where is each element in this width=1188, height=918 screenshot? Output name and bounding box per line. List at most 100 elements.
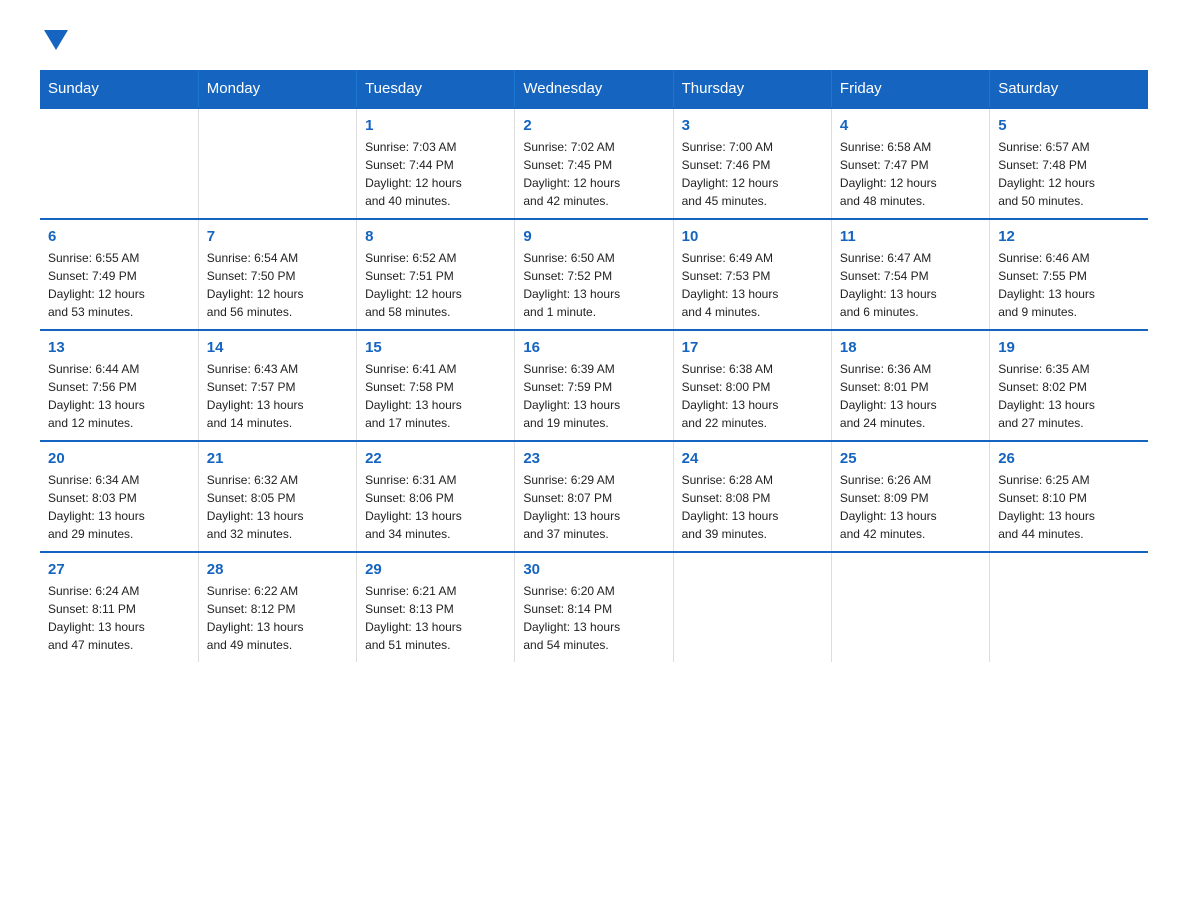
calendar-cell: 2 Sunrise: 7:02 AM Sunset: 7:45 PM Daylig… bbox=[515, 108, 673, 219]
calendar-table: SundayMondayTuesdayWednesdayThursdayFrid… bbox=[40, 70, 1148, 662]
calendar-cell: 19Sunrise: 6:35 AM Sunset: 8:02 PM Dayli… bbox=[990, 330, 1148, 441]
calendar-cell: 21 Sunrise: 6:32 AM Sunset: 8:05 PM Dayli… bbox=[198, 441, 356, 552]
day-info: Sunrise: 6:58 AM Sunset: 7:47 PM Dayligh… bbox=[840, 138, 981, 210]
day-info: Sunrise: 6:44 AM Sunset: 7:56 PM Dayligh… bbox=[48, 360, 190, 432]
day-number: 2 bbox=[523, 117, 664, 134]
calendar-cell: 25 Sunrise: 6:26 AM Sunset: 8:09 PM Dayli… bbox=[831, 441, 989, 552]
calendar-week-row: 1Sunrise: 7:03 AM Sunset: 7:44 PM Daylig… bbox=[40, 108, 1148, 219]
day-number: 6 bbox=[48, 228, 190, 245]
calendar-cell: 15Sunrise: 6:41 AM Sunset: 7:58 PM Dayli… bbox=[357, 330, 515, 441]
calendar-cell bbox=[40, 108, 198, 219]
day-number: 10 bbox=[682, 228, 823, 245]
day-info: Sunrise: 6:36 AM Sunset: 8:01 PM Dayligh… bbox=[840, 360, 981, 432]
day-number: 16 bbox=[523, 339, 664, 356]
day-number: 17 bbox=[682, 339, 823, 356]
day-info: Sunrise: 6:50 AM Sunset: 7:52 PM Dayligh… bbox=[523, 249, 664, 321]
calendar-cell bbox=[990, 552, 1148, 662]
calendar-cell: 13 Sunrise: 6:44 AM Sunset: 7:56 PM Dayli… bbox=[40, 330, 198, 441]
day-number: 26 bbox=[998, 450, 1140, 467]
day-number: 15 bbox=[365, 339, 506, 356]
calendar-cell: 3 Sunrise: 7:00 AM Sunset: 7:46 PM Daylig… bbox=[673, 108, 831, 219]
calendar-cell: 5 Sunrise: 6:57 AM Sunset: 7:48 PM Daylig… bbox=[990, 108, 1148, 219]
calendar-cell: 24 Sunrise: 6:28 AM Sunset: 8:08 PM Dayli… bbox=[673, 441, 831, 552]
calendar-cell: 26 Sunrise: 6:25 AM Sunset: 8:10 PM Dayli… bbox=[990, 441, 1148, 552]
day-info: Sunrise: 6:24 AM Sunset: 8:11 PM Dayligh… bbox=[48, 582, 190, 654]
day-number: 19 bbox=[998, 339, 1140, 356]
calendar-cell: 22 Sunrise: 6:31 AM Sunset: 8:06 PM Dayli… bbox=[357, 441, 515, 552]
calendar-cell: 20 Sunrise: 6:34 AM Sunset: 8:03 PM Dayli… bbox=[40, 441, 198, 552]
day-info: Sunrise: 6:26 AM Sunset: 8:09 PM Dayligh… bbox=[840, 471, 981, 543]
day-info: Sunrise: 6:57 AM Sunset: 7:48 PM Dayligh… bbox=[998, 138, 1140, 210]
day-number: 14 bbox=[207, 339, 348, 356]
calendar-cell: 4Sunrise: 6:58 AM Sunset: 7:47 PM Daylig… bbox=[831, 108, 989, 219]
calendar-cell: 27Sunrise: 6:24 AM Sunset: 8:11 PM Dayli… bbox=[40, 552, 198, 662]
day-info: Sunrise: 6:32 AM Sunset: 8:05 PM Dayligh… bbox=[207, 471, 348, 543]
day-info: Sunrise: 6:31 AM Sunset: 8:06 PM Dayligh… bbox=[365, 471, 506, 543]
days-of-week-row: SundayMondayTuesdayWednesdayThursdayFrid… bbox=[40, 70, 1148, 108]
day-info: Sunrise: 6:20 AM Sunset: 8:14 PM Dayligh… bbox=[523, 582, 664, 654]
day-of-week-header: Friday bbox=[831, 70, 989, 108]
calendar-cell: 18 Sunrise: 6:36 AM Sunset: 8:01 PM Dayli… bbox=[831, 330, 989, 441]
day-info: Sunrise: 6:25 AM Sunset: 8:10 PM Dayligh… bbox=[998, 471, 1140, 543]
day-info: Sunrise: 6:21 AM Sunset: 8:13 PM Dayligh… bbox=[365, 582, 506, 654]
day-info: Sunrise: 6:54 AM Sunset: 7:50 PM Dayligh… bbox=[207, 249, 348, 321]
day-number: 13 bbox=[48, 339, 190, 356]
day-of-week-header: Sunday bbox=[40, 70, 198, 108]
calendar-cell: 28 Sunrise: 6:22 AM Sunset: 8:12 PM Dayli… bbox=[198, 552, 356, 662]
day-number: 11 bbox=[840, 228, 981, 245]
day-number: 18 bbox=[840, 339, 981, 356]
calendar-cell: 11 Sunrise: 6:47 AM Sunset: 7:54 PM Dayli… bbox=[831, 219, 989, 330]
day-info: Sunrise: 6:55 AM Sunset: 7:49 PM Dayligh… bbox=[48, 249, 190, 321]
day-info: Sunrise: 6:46 AM Sunset: 7:55 PM Dayligh… bbox=[998, 249, 1140, 321]
day-info: Sunrise: 6:28 AM Sunset: 8:08 PM Dayligh… bbox=[682, 471, 823, 543]
header bbox=[40, 30, 1148, 52]
day-number: 30 bbox=[523, 561, 664, 578]
calendar-cell: 6 Sunrise: 6:55 AM Sunset: 7:49 PM Daylig… bbox=[40, 219, 198, 330]
calendar-week-row: 13 Sunrise: 6:44 AM Sunset: 7:56 PM Dayli… bbox=[40, 330, 1148, 441]
calendar-cell: 14 Sunrise: 6:43 AM Sunset: 7:57 PM Dayli… bbox=[198, 330, 356, 441]
day-of-week-header: Wednesday bbox=[515, 70, 673, 108]
calendar-week-row: 6 Sunrise: 6:55 AM Sunset: 7:49 PM Daylig… bbox=[40, 219, 1148, 330]
calendar-cell: 7 Sunrise: 6:54 AM Sunset: 7:50 PM Daylig… bbox=[198, 219, 356, 330]
day-number: 21 bbox=[207, 450, 348, 467]
calendar-cell: 12 Sunrise: 6:46 AM Sunset: 7:55 PM Dayli… bbox=[990, 219, 1148, 330]
day-number: 20 bbox=[48, 450, 190, 467]
day-of-week-header: Saturday bbox=[990, 70, 1148, 108]
calendar-cell bbox=[831, 552, 989, 662]
day-number: 12 bbox=[998, 228, 1140, 245]
day-number: 1 bbox=[365, 117, 506, 134]
calendar-cell: 1Sunrise: 7:03 AM Sunset: 7:44 PM Daylig… bbox=[357, 108, 515, 219]
logo-triangle-icon bbox=[44, 30, 68, 50]
day-of-week-header: Tuesday bbox=[357, 70, 515, 108]
day-info: Sunrise: 6:47 AM Sunset: 7:54 PM Dayligh… bbox=[840, 249, 981, 321]
calendar-cell: 23 Sunrise: 6:29 AM Sunset: 8:07 PM Dayli… bbox=[515, 441, 673, 552]
day-info: Sunrise: 6:34 AM Sunset: 8:03 PM Dayligh… bbox=[48, 471, 190, 543]
calendar-cell bbox=[673, 552, 831, 662]
calendar-cell: 9 Sunrise: 6:50 AM Sunset: 7:52 PM Daylig… bbox=[515, 219, 673, 330]
day-number: 8 bbox=[365, 228, 506, 245]
day-info: Sunrise: 7:02 AM Sunset: 7:45 PM Dayligh… bbox=[523, 138, 664, 210]
day-info: Sunrise: 6:29 AM Sunset: 8:07 PM Dayligh… bbox=[523, 471, 664, 543]
day-info: Sunrise: 6:52 AM Sunset: 7:51 PM Dayligh… bbox=[365, 249, 506, 321]
calendar-cell: 10Sunrise: 6:49 AM Sunset: 7:53 PM Dayli… bbox=[673, 219, 831, 330]
day-number: 23 bbox=[523, 450, 664, 467]
calendar-cell: 8 Sunrise: 6:52 AM Sunset: 7:51 PM Daylig… bbox=[357, 219, 515, 330]
day-info: Sunrise: 7:00 AM Sunset: 7:46 PM Dayligh… bbox=[682, 138, 823, 210]
calendar-week-row: 20 Sunrise: 6:34 AM Sunset: 8:03 PM Dayli… bbox=[40, 441, 1148, 552]
calendar-cell: 29Sunrise: 6:21 AM Sunset: 8:13 PM Dayli… bbox=[357, 552, 515, 662]
day-number: 3 bbox=[682, 117, 823, 134]
day-number: 25 bbox=[840, 450, 981, 467]
calendar-cell: 30 Sunrise: 6:20 AM Sunset: 8:14 PM Dayli… bbox=[515, 552, 673, 662]
day-number: 22 bbox=[365, 450, 506, 467]
day-number: 5 bbox=[998, 117, 1140, 134]
day-info: Sunrise: 6:43 AM Sunset: 7:57 PM Dayligh… bbox=[207, 360, 348, 432]
day-info: Sunrise: 6:22 AM Sunset: 8:12 PM Dayligh… bbox=[207, 582, 348, 654]
day-number: 24 bbox=[682, 450, 823, 467]
logo bbox=[40, 30, 68, 52]
day-number: 28 bbox=[207, 561, 348, 578]
day-info: Sunrise: 6:38 AM Sunset: 8:00 PM Dayligh… bbox=[682, 360, 823, 432]
day-number: 7 bbox=[207, 228, 348, 245]
calendar-cell: 17 Sunrise: 6:38 AM Sunset: 8:00 PM Dayli… bbox=[673, 330, 831, 441]
day-of-week-header: Monday bbox=[198, 70, 356, 108]
day-number: 9 bbox=[523, 228, 664, 245]
